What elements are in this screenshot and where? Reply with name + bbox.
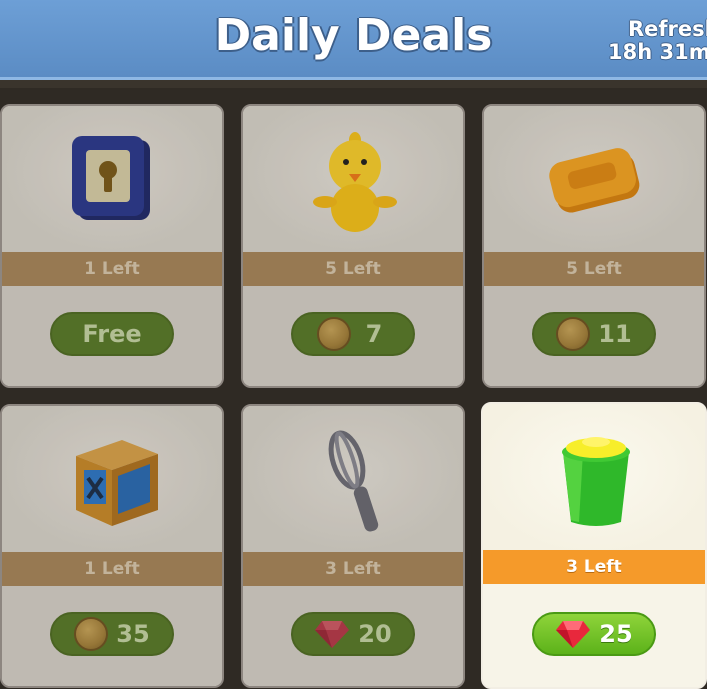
green-bucket-icon xyxy=(562,437,630,526)
price-label: Free xyxy=(82,320,142,348)
refresh-timer: Refresh 18h 31m xyxy=(608,18,707,64)
whisk-icon xyxy=(328,430,379,532)
soap-bar-icon xyxy=(549,148,640,213)
price-label: 20 xyxy=(358,620,392,648)
header-bar: Daily Deals Refresh 18h 31m xyxy=(0,0,707,80)
buy-button[interactable]: 7 xyxy=(291,312,415,356)
price-label: 25 xyxy=(599,620,633,648)
item-display xyxy=(2,106,222,252)
gem-icon xyxy=(314,619,350,649)
item-display xyxy=(484,106,704,252)
item-display xyxy=(243,406,463,552)
page-title: Daily Deals xyxy=(214,10,493,61)
buy-button[interactable]: 11 xyxy=(532,312,656,356)
buy-button[interactable]: 20 xyxy=(291,612,415,656)
deal-card-soap[interactable]: 5 Left 11 xyxy=(482,104,706,388)
price-label: 7 xyxy=(365,320,383,348)
deal-card-bucket[interactable]: 3 Left 25 xyxy=(481,402,707,689)
buy-button[interactable]: 25 xyxy=(532,612,656,656)
refresh-label: Refresh xyxy=(628,17,707,41)
deal-card-whisk[interactable]: 3 Left 20 xyxy=(241,404,465,688)
price-label: 35 xyxy=(116,620,150,648)
stock-label: 3 Left xyxy=(243,552,463,586)
stock-label: 1 Left xyxy=(2,552,222,586)
coin-icon xyxy=(317,317,351,351)
buy-button[interactable]: 35 xyxy=(50,612,174,656)
price-label: 11 xyxy=(598,320,632,348)
buy-button[interactable]: Free xyxy=(50,312,174,356)
deal-card-lockbox[interactable]: 1 Left Free xyxy=(0,104,224,388)
lockbox-icon xyxy=(72,136,150,220)
coin-icon xyxy=(74,617,109,651)
item-display xyxy=(2,406,222,552)
coin-icon xyxy=(556,317,591,351)
stock-label: 1 Left xyxy=(2,252,222,286)
deal-card-crate[interactable]: 1 Left 35 xyxy=(0,404,224,688)
gem-icon xyxy=(555,619,591,649)
item-display xyxy=(243,106,463,252)
toolbox-crate-icon xyxy=(76,440,158,526)
deal-card-duck[interactable]: 5 Left 7 xyxy=(241,104,465,388)
stock-label: 5 Left xyxy=(243,252,463,286)
item-display xyxy=(483,404,705,550)
stock-label: 3 Left xyxy=(483,550,705,584)
rubber-duck-icon xyxy=(313,132,397,232)
refresh-countdown: 18h 31m xyxy=(608,40,707,64)
stock-label: 5 Left xyxy=(484,252,704,286)
